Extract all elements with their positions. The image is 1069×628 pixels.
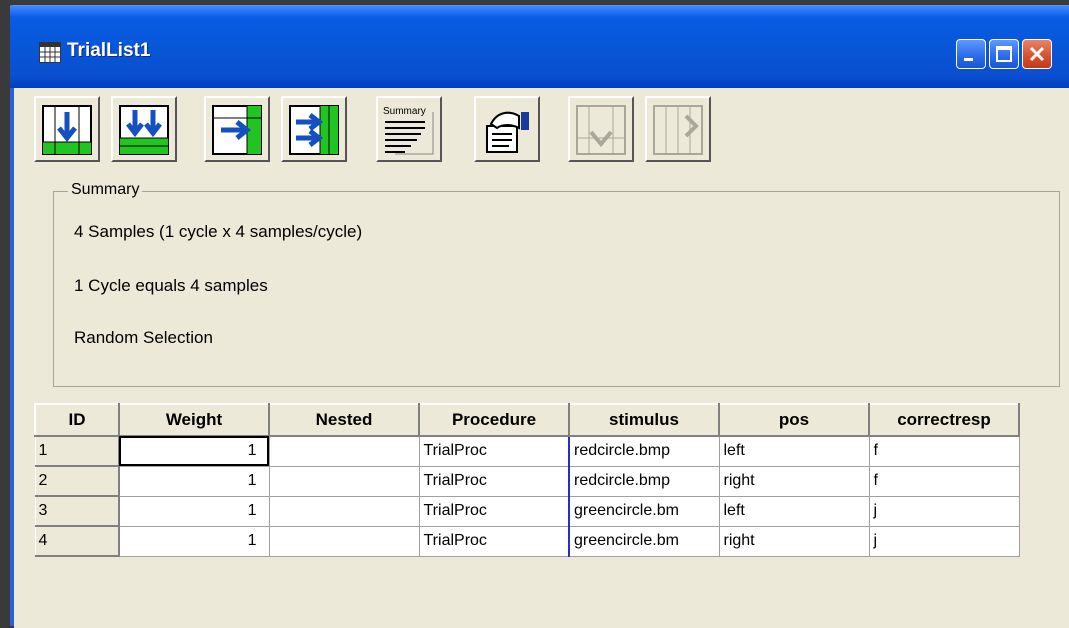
pos-cell[interactable]: right <box>718 465 870 497</box>
add-multiple-levels-button[interactable] <box>111 96 177 162</box>
weight-cell[interactable]: 1 <box>118 435 270 467</box>
correctresp-cell[interactable]: j <box>868 495 1020 527</box>
nested-cell[interactable] <box>268 495 420 527</box>
grid-header-row: ID Weight Nested Procedure stimulus pos … <box>34 403 1020 437</box>
summary-button[interactable]: Summary <box>376 96 442 162</box>
table-row: 4 1 TrialProc greencircle.bm right j <box>34 525 1020 557</box>
minimize-button[interactable] <box>956 39 986 69</box>
maximize-button[interactable] <box>989 39 1019 69</box>
table-row: 1 1 TrialProc redcircle.bmp left f <box>34 435 1020 467</box>
remove-attributes-button[interactable] <box>645 96 711 162</box>
row-id-cell[interactable]: 3 <box>34 495 120 527</box>
table-row: 3 1 TrialProc greencircle.bm left j <box>34 495 1020 527</box>
add-level-button[interactable] <box>34 96 100 162</box>
row-id-cell[interactable]: 2 <box>34 465 120 497</box>
trial-list-grid: ID Weight Nested Procedure stimulus pos … <box>34 403 1020 557</box>
correctresp-cell[interactable]: f <box>868 435 1020 467</box>
pos-cell[interactable]: left <box>718 435 870 467</box>
properties-hand-icon <box>486 111 529 153</box>
stimulus-cell[interactable]: greencircle.bm <box>568 525 720 557</box>
minimize-icon <box>964 58 973 61</box>
summary-selection-line: Random Selection <box>74 328 213 347</box>
nested-cell[interactable] <box>268 525 420 557</box>
right-arrow-grid-icon <box>212 105 262 155</box>
correctresp-cell[interactable]: j <box>868 525 1020 557</box>
pos-cell[interactable]: right <box>718 525 870 557</box>
column-header-correctresp[interactable]: correctresp <box>868 403 1020 437</box>
stimulus-cell[interactable]: redcircle.bmp <box>568 465 720 497</box>
grid-icon <box>39 42 61 63</box>
weight-cell[interactable]: 1 <box>118 495 270 527</box>
remove-level-icon <box>576 105 626 155</box>
trial-list-window: TrialList1 Summary Summary 4 Samples (1 … <box>10 5 1069 628</box>
add-attribute-button[interactable] <box>204 96 270 162</box>
down-arrow-grid-icon <box>42 105 92 155</box>
close-icon <box>1029 46 1045 62</box>
column-header-nested[interactable]: Nested <box>268 403 420 437</box>
nested-cell[interactable] <box>268 465 420 497</box>
remove-attribute-icon <box>653 105 703 155</box>
window-title: TrialList1 <box>67 40 151 61</box>
weight-cell[interactable]: 1 <box>118 465 270 497</box>
stimulus-cell[interactable]: redcircle.bmp <box>568 435 720 467</box>
weight-cell[interactable]: 1 <box>118 525 270 557</box>
title-bar[interactable]: TrialList1 <box>10 6 1069 88</box>
properties-button[interactable] <box>474 96 540 162</box>
row-id-cell[interactable]: 4 <box>34 525 120 557</box>
table-row: 2 1 TrialProc redcircle.bmp right f <box>34 465 1020 497</box>
nested-cell[interactable] <box>268 435 420 467</box>
pos-cell[interactable]: left <box>718 495 870 527</box>
window-body: Summary Summary 4 Samples (1 cycle x 4 s… <box>14 88 1069 628</box>
double-down-arrow-grid-icon <box>119 105 169 155</box>
column-header-weight[interactable]: Weight <box>118 403 270 437</box>
procedure-cell[interactable]: TrialProc <box>418 465 570 497</box>
procedure-cell[interactable]: TrialProc <box>418 525 570 557</box>
summary-group: Summary 4 Samples (1 cycle x 4 samples/c… <box>53 181 1060 387</box>
remove-levels-button[interactable] <box>568 96 634 162</box>
column-header-pos[interactable]: pos <box>718 403 870 437</box>
summary-cycle-line: 1 Cycle equals 4 samples <box>74 276 268 295</box>
correctresp-cell[interactable]: f <box>868 465 1020 497</box>
double-right-arrow-grid-icon <box>289 105 339 155</box>
summary-samples-line: 4 Samples (1 cycle x 4 samples/cycle) <box>74 222 363 241</box>
close-button[interactable] <box>1022 39 1052 69</box>
procedure-cell[interactable]: TrialProc <box>418 495 570 527</box>
summary-title: Summary <box>68 181 143 199</box>
summary-icon-label: Summary <box>383 106 426 117</box>
column-header-id[interactable]: ID <box>34 403 120 437</box>
summary-icon: Summary <box>383 106 434 155</box>
stimulus-cell[interactable]: greencircle.bm <box>568 495 720 527</box>
column-header-stimulus[interactable]: stimulus <box>568 403 720 437</box>
row-id-cell[interactable]: 1 <box>34 435 120 467</box>
column-header-procedure[interactable]: Procedure <box>418 403 570 437</box>
procedure-cell[interactable]: TrialProc <box>418 435 570 467</box>
add-multiple-attributes-button[interactable] <box>281 96 347 162</box>
